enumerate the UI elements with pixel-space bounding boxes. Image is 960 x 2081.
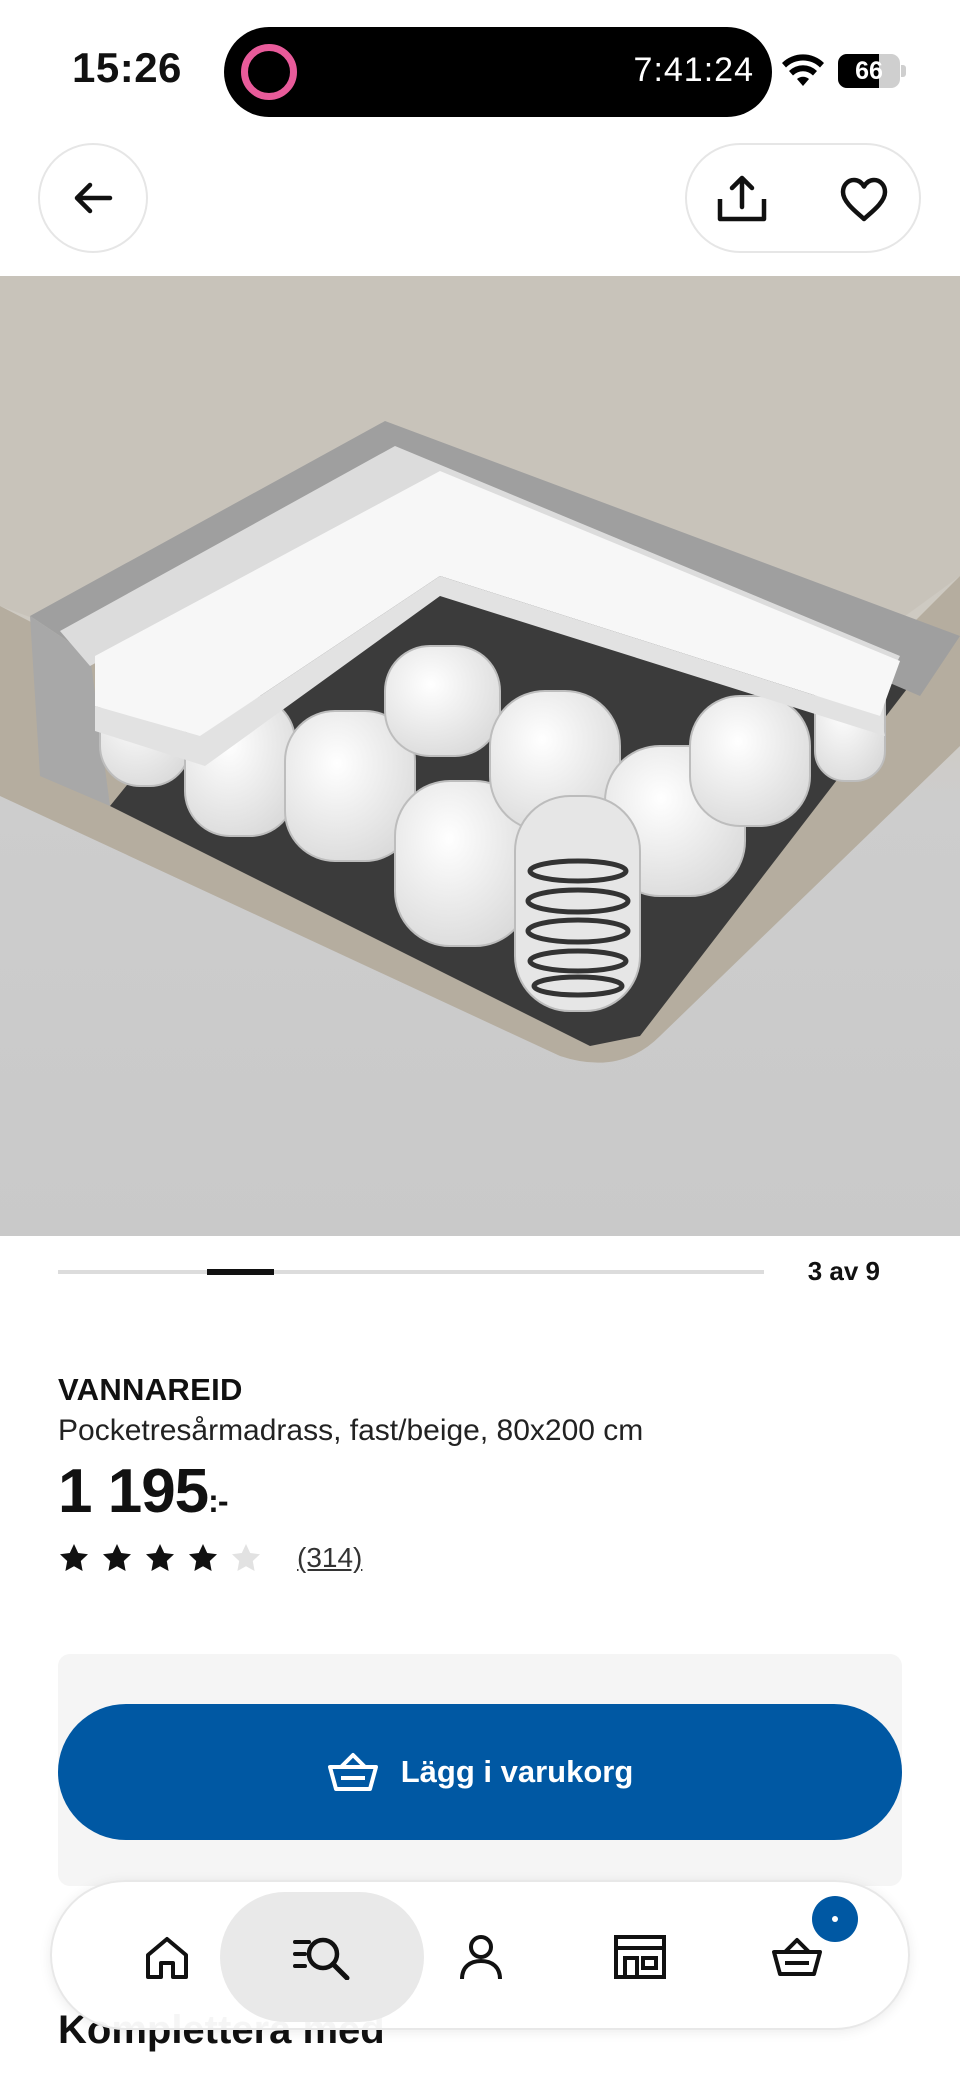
battery-level: 66: [855, 57, 883, 85]
price-value: 1 195: [58, 1457, 209, 1526]
rating-stars: [58, 1542, 273, 1574]
back-button[interactable]: [38, 143, 148, 253]
product-price: 1 195:-: [58, 1456, 228, 1527]
search-list-icon: [293, 1937, 350, 1980]
home-icon: [146, 1937, 188, 1979]
person-icon: [460, 1935, 502, 1980]
review-count-link[interactable]: (314): [297, 1542, 362, 1574]
product-description: Pocketresårmadrass, fast/beige, 80x200 c…: [58, 1414, 644, 1447]
add-to-cart-button[interactable]: Lägg i varukorg: [58, 1704, 902, 1840]
carousel-progress[interactable]: [58, 1269, 764, 1275]
share-button[interactable]: [707, 165, 777, 235]
tab-store[interactable]: [575, 1892, 705, 2022]
product-name: VANNAREID: [58, 1372, 243, 1407]
island-timer: 7:41:24: [633, 51, 754, 89]
tab-profile[interactable]: [416, 1892, 546, 2022]
tab-search[interactable]: [220, 1892, 424, 2022]
bottom-tab-bar: [50, 1880, 910, 2030]
mattress-illustration: [0, 276, 960, 1236]
product-rating[interactable]: (314): [58, 1538, 362, 1578]
favorite-button[interactable]: [829, 165, 899, 235]
share-icon: [717, 175, 767, 222]
star-filled-icon: [103, 1544, 131, 1571]
add-to-cart-label: Lägg i varukorg: [400, 1754, 634, 1789]
star-filled-icon: [60, 1544, 88, 1571]
battery-icon: 66: [838, 54, 906, 88]
activity-ring-icon: [241, 44, 297, 100]
product-image[interactable]: [0, 276, 960, 1236]
basket-icon: [772, 1938, 822, 1976]
heart-icon: [840, 177, 888, 222]
carousel-thumb: [207, 1269, 274, 1275]
wifi-icon: [782, 54, 824, 86]
carousel-counter: 3 av 9: [807, 1256, 880, 1286]
store-icon: [614, 1935, 666, 1979]
star-filled-icon: [189, 1544, 217, 1571]
cart-badge: [812, 1896, 858, 1942]
tab-home[interactable]: [102, 1892, 232, 2022]
action-pill: [685, 143, 921, 253]
basket-icon: [327, 1753, 378, 1791]
status-time: 15:26: [72, 44, 182, 91]
star-filled-icon: [146, 1544, 174, 1571]
status-bar: 15:26 7:41:24 66: [0, 0, 960, 140]
price-suffix: :-: [208, 1483, 228, 1519]
dynamic-island[interactable]: 7:41:24: [224, 27, 772, 117]
star-empty-icon: [232, 1544, 260, 1571]
arrow-left-icon: [74, 182, 113, 214]
